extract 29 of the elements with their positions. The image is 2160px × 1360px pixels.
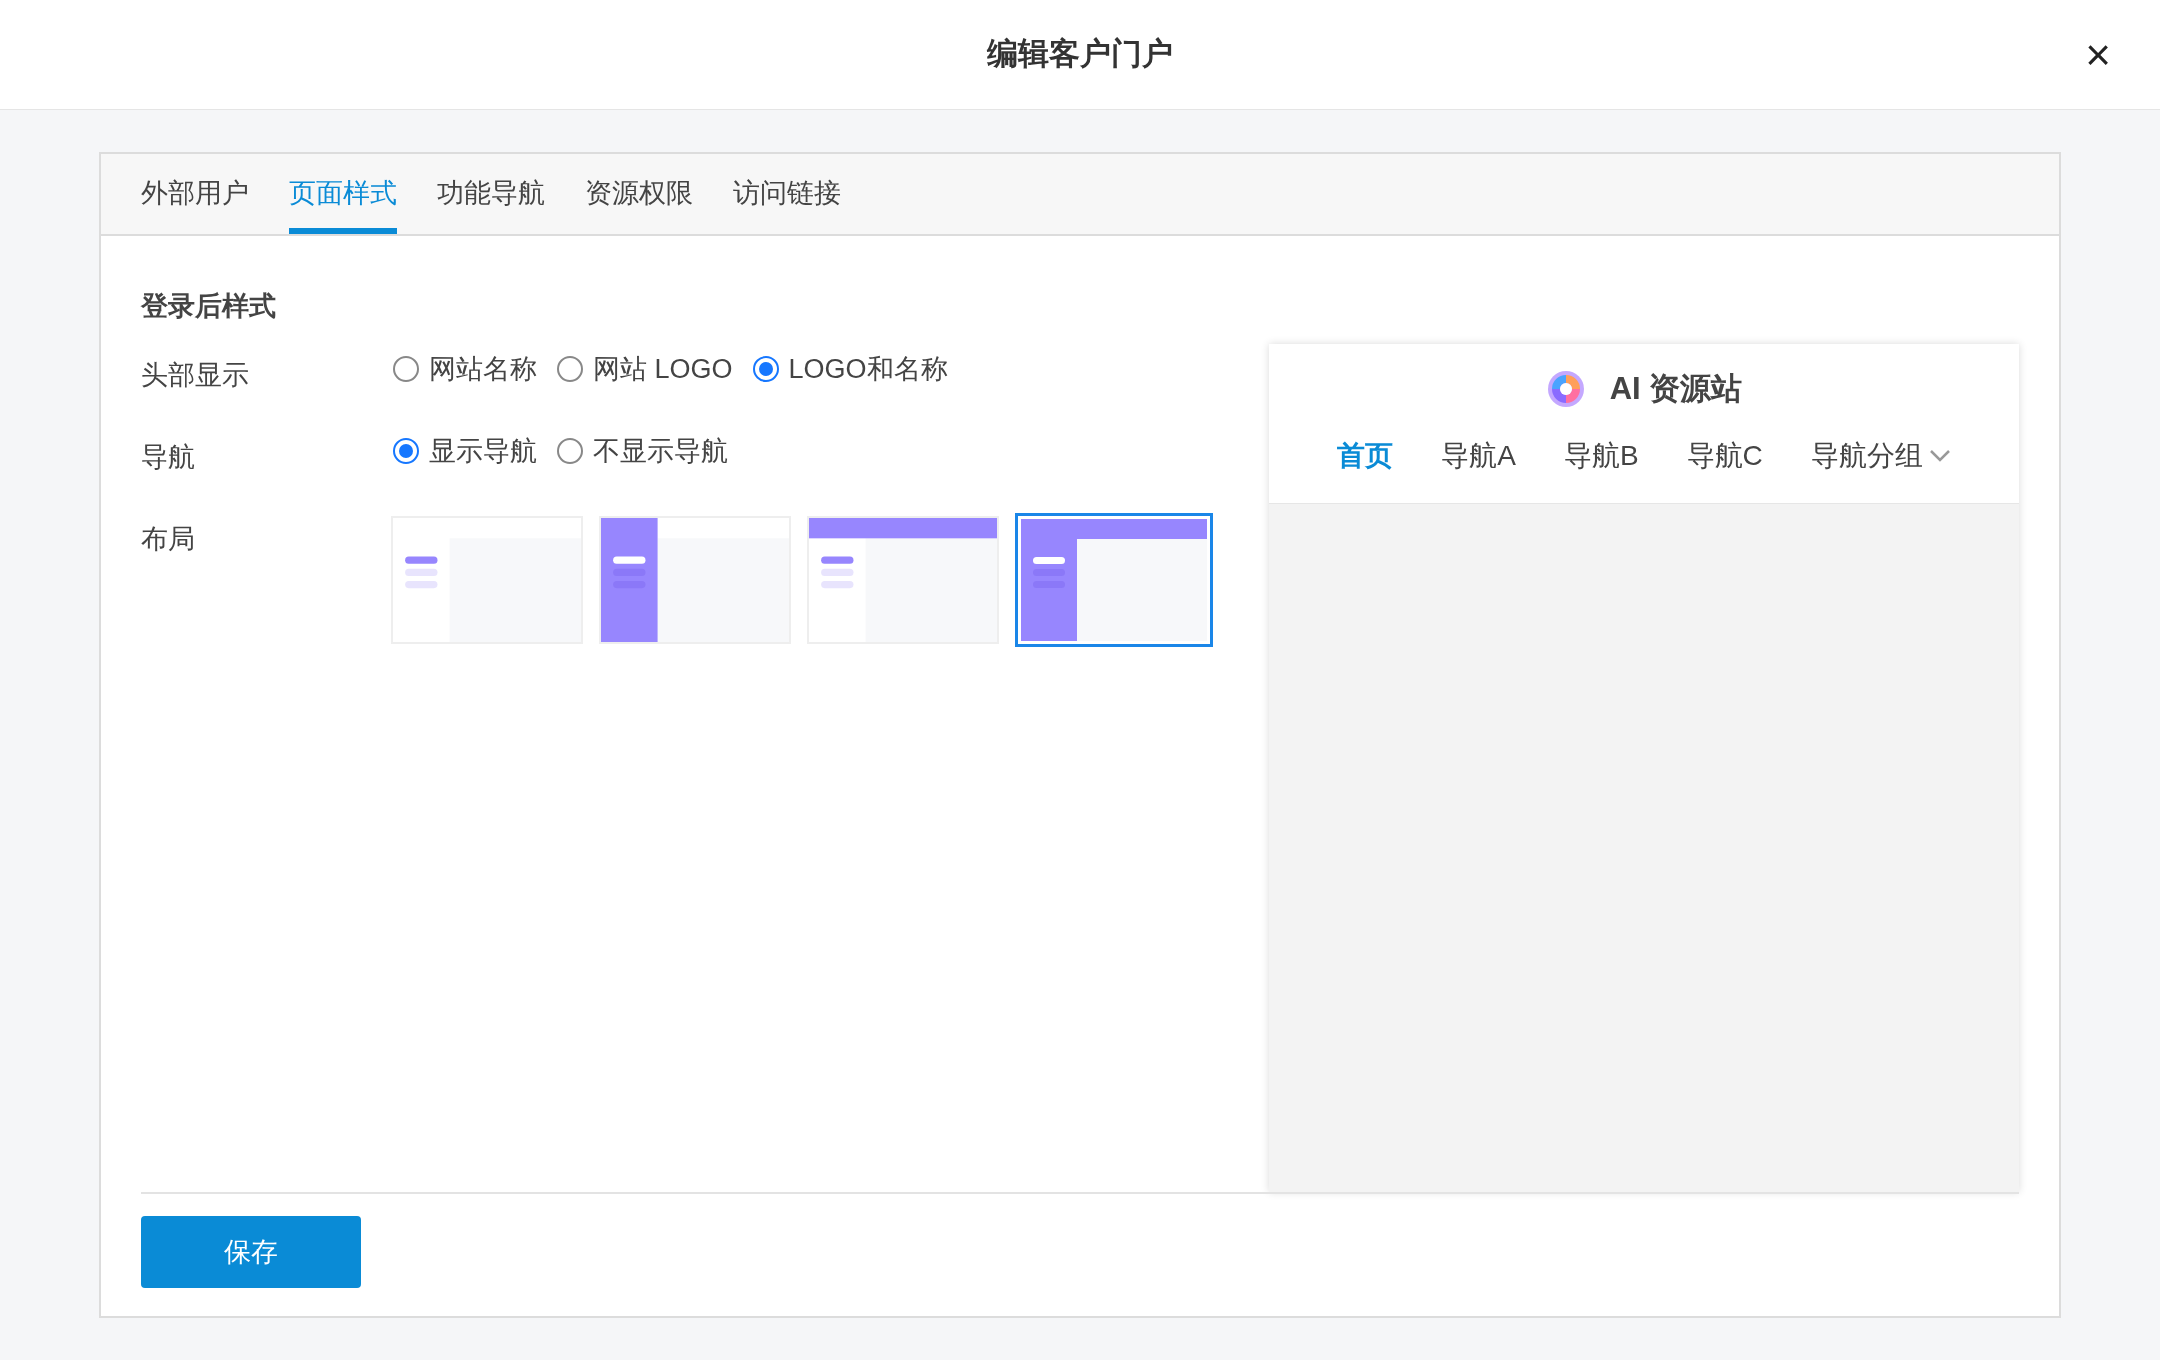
option-label: 显示导航 <box>429 434 537 468</box>
field-label: 头部显示 <box>141 358 250 392</box>
nav-item[interactable]: 导航C <box>1686 434 1763 477</box>
option-label: 网站 LOGO <box>593 352 733 386</box>
tab[interactable]: 访问链接 <box>733 152 841 234</box>
field-label: 导航 <box>141 440 196 474</box>
option-label: 网站名称 <box>429 352 537 386</box>
field-label: 布局 <box>141 522 196 556</box>
radio-button[interactable] <box>393 355 419 382</box>
radio-button[interactable] <box>752 355 779 382</box>
nav-item[interactable]: 首页 <box>1337 434 1394 477</box>
nav-item[interactable]: 导航B <box>1563 434 1639 477</box>
nav-item[interactable]: 导航A <box>1441 434 1516 477</box>
tab[interactable]: 资源权限 <box>585 152 693 234</box>
option-label: 不显示导航 <box>593 434 728 468</box>
layout-option[interactable] <box>1015 512 1213 647</box>
nav-item[interactable]: 导航分组 <box>1810 434 1951 477</box>
logo-icon <box>1545 369 1586 410</box>
radio-button[interactable] <box>557 355 583 382</box>
close-button[interactable]: × <box>2076 33 2120 77</box>
tab[interactable]: 外部用户 <box>141 152 249 234</box>
radio-button[interactable] <box>393 437 419 464</box>
section-title: 登录后样式 <box>141 290 277 323</box>
save-button[interactable]: 保存 <box>141 1216 361 1288</box>
option-label: LOGO和名称 <box>788 352 948 386</box>
dialog-title: 编辑客户门户 <box>987 35 1173 74</box>
radio-button[interactable] <box>557 437 583 464</box>
site-name: AI 资源站 <box>1609 370 1743 408</box>
tab[interactable]: 功能导航 <box>437 152 545 234</box>
